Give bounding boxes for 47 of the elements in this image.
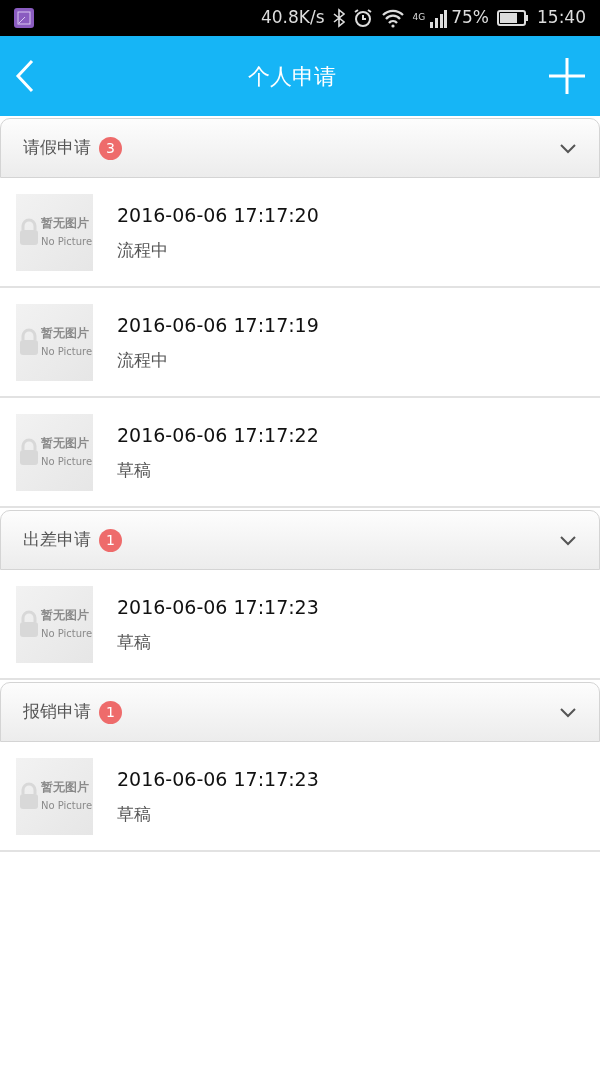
back-button[interactable] <box>14 58 36 94</box>
network-speed: 40.8K/s <box>260 6 325 30</box>
group-header[interactable]: 报销申请 1 <box>0 682 600 742</box>
list-item[interactable]: 暂无图片 No Picture 2016-06-06 17:17:23 草稿 <box>0 570 600 680</box>
item-status: 流程中 <box>117 238 169 262</box>
page-title: 个人申请 <box>248 62 336 91</box>
lock-icon <box>19 327 39 356</box>
thumbnail-caption: No Picture <box>41 454 93 469</box>
count-badge: 3 <box>99 136 122 160</box>
list-item[interactable]: 暂无图片 No Picture 2016-06-06 17:17:22 草稿 <box>0 398 600 508</box>
group-title: 请假申请 <box>23 136 91 160</box>
item-status: 草稿 <box>117 802 152 826</box>
lock-icon <box>19 217 39 246</box>
thumbnail-caption: 暂无图片 <box>41 434 89 452</box>
network-label: 4G <box>412 11 426 25</box>
item-status: 草稿 <box>117 458 152 482</box>
item-date: 2016-06-06 17:17:22 <box>117 423 319 448</box>
lock-icon <box>19 609 39 638</box>
thumbnail-caption: No Picture <box>41 798 93 813</box>
lock-icon <box>19 437 39 466</box>
list-item[interactable]: 暂无图片 No Picture 2016-06-06 17:17:23 草稿 <box>0 742 600 852</box>
group-title: 报销申请 <box>23 700 91 724</box>
thumbnail-caption: 暂无图片 <box>41 606 89 624</box>
group-header[interactable]: 请假申请 3 <box>0 118 600 178</box>
item-status: 流程中 <box>117 348 169 372</box>
group-title: 出差申请 <box>23 528 91 552</box>
thumbnail-caption: 暂无图片 <box>41 778 89 796</box>
gallery-icon <box>14 5 34 31</box>
list-item[interactable]: 暂无图片 No Picture 2016-06-06 17:17:19 流程中 <box>0 288 600 398</box>
thumbnail-caption: No Picture <box>41 234 93 249</box>
thumbnail-caption: No Picture <box>41 344 93 359</box>
item-date: 2016-06-06 17:17:23 <box>117 767 319 792</box>
group-header[interactable]: 出差申请 1 <box>0 510 600 570</box>
list-item[interactable]: 暂无图片 No Picture 2016-06-06 17:17:20 流程中 <box>0 178 600 288</box>
item-status: 草稿 <box>117 630 152 654</box>
item-date: 2016-06-06 17:17:20 <box>117 203 319 228</box>
thumbnail-caption: 暂无图片 <box>41 214 89 232</box>
lock-icon <box>19 781 39 810</box>
thumbnail-caption: No Picture <box>41 626 93 641</box>
battery-percent: 75% <box>451 6 489 30</box>
count-badge: 1 <box>99 528 122 552</box>
clock: 15:40 <box>537 6 586 30</box>
count-badge: 1 <box>99 700 122 724</box>
item-date: 2016-06-06 17:17:23 <box>117 595 319 620</box>
add-button[interactable] <box>548 57 586 95</box>
item-date: 2016-06-06 17:17:19 <box>117 313 319 338</box>
thumbnail-caption: 暂无图片 <box>41 324 89 342</box>
